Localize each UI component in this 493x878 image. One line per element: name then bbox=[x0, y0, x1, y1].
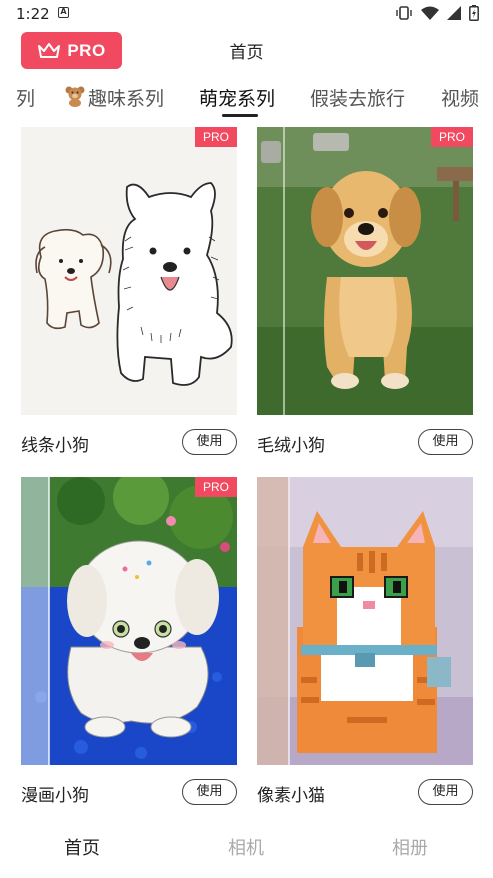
tab-video[interactable]: 视频 bbox=[441, 84, 479, 111]
status-icons bbox=[395, 5, 479, 21]
bottom-nav: 首页 相机 相册 bbox=[0, 818, 493, 878]
card-name: 像素小猫 bbox=[257, 786, 325, 806]
page-title: 首页 bbox=[229, 43, 264, 63]
line-dog-illustration bbox=[21, 127, 237, 415]
card-image[interactable] bbox=[257, 477, 473, 765]
nav-album[interactable]: 相册 bbox=[392, 834, 428, 860]
tab-fake-travel[interactable]: 假装去旅行 bbox=[310, 84, 405, 111]
nav-home[interactable]: 首页 bbox=[64, 834, 100, 860]
card-image[interactable]: PRO bbox=[21, 127, 237, 415]
signal-icon bbox=[447, 6, 461, 20]
use-button[interactable]: 使用 bbox=[182, 779, 237, 805]
card-name: 漫画小狗 bbox=[21, 786, 89, 806]
pixel-cat-illustration bbox=[257, 477, 473, 765]
use-button[interactable]: 使用 bbox=[418, 429, 473, 455]
vibrate-icon bbox=[396, 6, 412, 20]
card-image[interactable]: PRO bbox=[257, 127, 473, 415]
wifi-icon bbox=[421, 6, 439, 20]
status-bar: 1:22 A bbox=[0, 0, 493, 28]
nav-camera[interactable]: 相机 bbox=[228, 834, 264, 860]
use-button[interactable]: 使用 bbox=[418, 779, 473, 805]
comic-dog-illustration bbox=[21, 477, 237, 765]
battery-icon bbox=[469, 5, 479, 21]
plush-dog-illustration bbox=[257, 127, 473, 415]
header: PRO 首页 bbox=[0, 28, 493, 74]
pro-badge: PRO bbox=[195, 127, 237, 147]
tab-fun-series[interactable]: 趣味系列 bbox=[64, 84, 164, 111]
pro-badge: PRO bbox=[431, 127, 473, 147]
tab-pet-series[interactable]: 萌宠系列 bbox=[199, 84, 275, 111]
card-name: 线条小狗 bbox=[21, 436, 89, 456]
active-tab-indicator bbox=[222, 114, 258, 117]
status-time: 1:22 bbox=[16, 5, 50, 23]
teddy-bear-icon bbox=[65, 86, 85, 107]
use-button[interactable]: 使用 bbox=[182, 429, 237, 455]
category-tabs: 列 趣味系列 萌宠系列 假装去旅行 视频 bbox=[0, 80, 493, 120]
card-name: 毛绒小狗 bbox=[257, 436, 325, 456]
notification-icon: A bbox=[58, 7, 69, 18]
tab-previous[interactable]: 列 bbox=[16, 84, 35, 111]
tab-fun-series-label: 趣味系列 bbox=[88, 88, 165, 110]
card-image[interactable]: PRO bbox=[21, 477, 237, 765]
pro-badge: PRO bbox=[195, 477, 237, 497]
